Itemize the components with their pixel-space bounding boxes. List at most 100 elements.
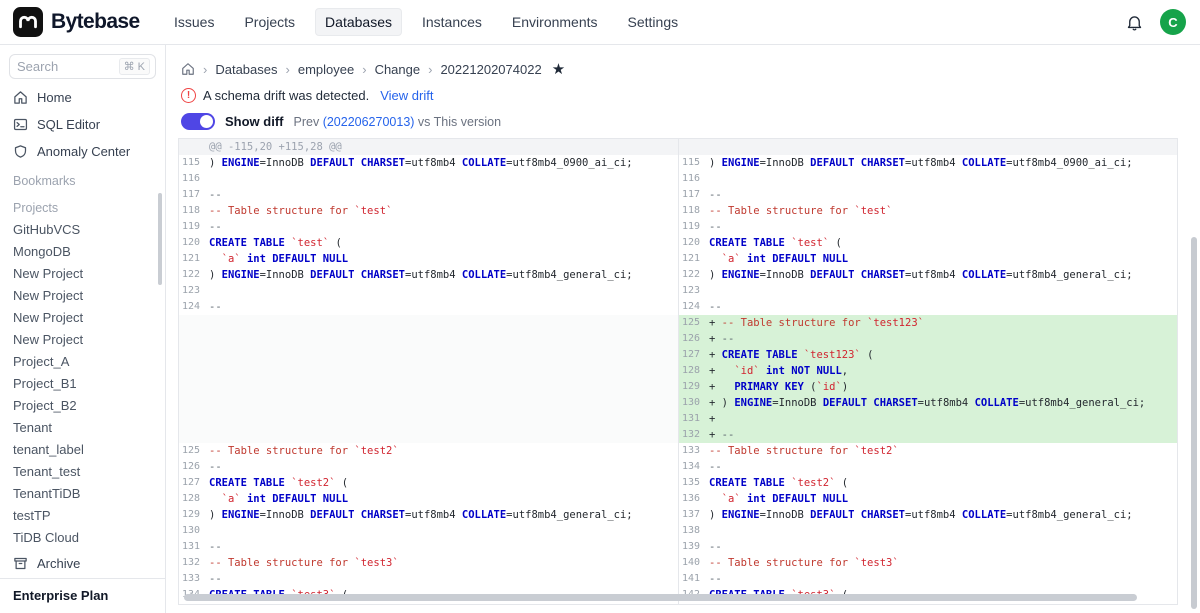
breadcrumb-item-change[interactable]: Change <box>375 62 421 77</box>
project-item[interactable]: New Project <box>0 285 165 307</box>
diff-context-row: 123 <box>179 283 678 299</box>
sidebar-item-archive[interactable]: Archive <box>0 549 165 578</box>
project-item[interactable]: tenant_label <box>0 439 165 461</box>
sidebar: ⌘ K Home SQL Editor Anomaly Center Bookm… <box>0 45 166 613</box>
diff-context-row: 136 `a` int DEFAULT NULL <box>679 491 1177 507</box>
show-diff-toggle[interactable] <box>181 113 215 130</box>
project-item[interactable]: GitHubVCS <box>0 219 165 241</box>
diff-context-row: 124-- <box>179 299 678 315</box>
nav-item-instances[interactable]: Instances <box>412 8 492 36</box>
diff-toolbar: Show diff Prev (202206270013) vs This ve… <box>167 103 1200 130</box>
diff-context-row: 134-- <box>679 459 1177 475</box>
section-label-bookmarks: Bookmarks <box>0 165 165 192</box>
diff-context-row: 121 `a` int DEFAULT NULL <box>679 251 1177 267</box>
diff-context-row: 138 <box>679 523 1177 539</box>
navbar-items: Issues Projects Databases Instances Environm… <box>164 8 688 36</box>
sidebar-item-home[interactable]: Home <box>0 84 165 111</box>
diff-context-row: 121 `a` int DEFAULT NULL <box>179 251 678 267</box>
breadcrumb-item-databases[interactable]: Databases <box>215 62 277 77</box>
search-input[interactable] <box>17 59 115 74</box>
diff-pane-current: 115) ENGINE=InnoDB DEFAULT CHARSET=utf8m… <box>678 139 1177 604</box>
nav-item-settings[interactable]: Settings <box>618 8 689 36</box>
project-item[interactable]: Project_A <box>0 351 165 373</box>
schema-drift-alert: ! A schema drift was detected. View drif… <box>167 78 1200 103</box>
diff-context-row: 126-- <box>179 459 678 475</box>
brand-name: Bytebase <box>51 10 140 34</box>
project-item[interactable]: New Project <box>0 307 165 329</box>
project-item[interactable]: New Project <box>0 263 165 285</box>
prev-version-link[interactable]: (202206270013) <box>323 115 415 129</box>
diff-context-row: 129) ENGINE=InnoDB DEFAULT CHARSET=utf8m… <box>179 507 678 523</box>
diff-context-row: 133-- <box>179 571 678 587</box>
project-item[interactable]: Tenant <box>0 417 165 439</box>
diff-context-row: 119-- <box>679 219 1177 235</box>
error-icon: ! <box>181 88 196 103</box>
diff-context-row: 122) ENGINE=InnoDB DEFAULT CHARSET=utf8m… <box>179 267 678 283</box>
diff-context-row: 116 <box>679 171 1177 187</box>
diff-added-row: 130+ ) ENGINE=InnoDB DEFAULT CHARSET=utf… <box>679 395 1177 411</box>
diff-context-row: 124-- <box>679 299 1177 315</box>
show-diff-label: Show diff <box>225 114 284 129</box>
bell-icon[interactable] <box>1125 13 1144 32</box>
diff-context-row: 125-- Table structure for `test2` <box>179 443 678 459</box>
diff-context-row: 133-- Table structure for `test2` <box>679 443 1177 459</box>
search-shortcut-badge: ⌘ K <box>119 58 150 75</box>
breadcrumb-item-employee[interactable]: employee <box>298 62 354 77</box>
diff-context-row: 123 <box>679 283 1177 299</box>
diff-context-row: 135CREATE TABLE `test2` ( <box>679 475 1177 491</box>
diff-added-row: 125+ -- Table structure for `test123` <box>679 315 1177 331</box>
chevron-separator: › <box>286 62 290 77</box>
diff-context-row: 139-- <box>679 539 1177 555</box>
anomaly-center-icon <box>13 144 28 159</box>
bytebase-logo-icon <box>13 7 43 37</box>
sql-editor-icon <box>13 117 28 132</box>
brand[interactable]: Bytebase <box>0 7 154 37</box>
horizontal-scrollbar[interactable] <box>184 594 1137 601</box>
avatar[interactable]: C <box>1160 9 1186 35</box>
diff-pane-previous: @@ -115,20 +115,28 @@115) ENGINE=InnoDB … <box>179 139 678 604</box>
project-item[interactable]: Tenant_test <box>0 461 165 483</box>
sidebar-item-label: Anomaly Center <box>37 144 130 159</box>
diff-context-row: 116 <box>179 171 678 187</box>
project-item[interactable]: MongoDB <box>0 241 165 263</box>
nav-item-databases[interactable]: Databases <box>315 8 402 36</box>
diff-context-row: 122) ENGINE=InnoDB DEFAULT CHARSET=utf8m… <box>679 267 1177 283</box>
section-label-projects: Projects <box>0 192 165 219</box>
view-drift-link[interactable]: View drift <box>380 88 433 103</box>
diff-empty-row <box>179 411 678 427</box>
prev-prefix: Prev <box>294 115 323 129</box>
project-item[interactable]: Project_B2 <box>0 395 165 417</box>
nav-item-environments[interactable]: Environments <box>502 8 608 36</box>
diff-context-row: 127CREATE TABLE `test2` ( <box>179 475 678 491</box>
breadcrumb-home-icon[interactable] <box>181 62 195 76</box>
project-item[interactable]: testTP <box>0 505 165 527</box>
sidebar-item-label: Home <box>37 90 72 105</box>
chevron-separator: › <box>203 62 207 77</box>
sidebar-item-sql-editor[interactable]: SQL Editor <box>0 111 165 138</box>
breadcrumb-item-version[interactable]: 20221202074022 <box>440 62 541 77</box>
bookmark-star-icon[interactable]: ★ <box>552 60 565 78</box>
diff-empty-row <box>179 379 678 395</box>
diff-hunk-row: @@ -115,20 +115,28 @@ <box>179 139 678 155</box>
diff-context-row: 117-- <box>679 187 1177 203</box>
diff-empty-row <box>179 331 678 347</box>
project-item[interactable]: New Project <box>0 329 165 351</box>
diff-empty-row <box>179 347 678 363</box>
diff-context-row: 140-- Table structure for `test3` <box>679 555 1177 571</box>
plan-label: Enterprise Plan <box>0 578 165 613</box>
archive-label: Archive <box>37 556 80 571</box>
sidebar-item-anomaly-center[interactable]: Anomaly Center <box>0 138 165 165</box>
schema-diff-viewer: @@ -115,20 +115,28 @@115) ENGINE=InnoDB … <box>178 138 1178 605</box>
diff-context-row: 120CREATE TABLE `test` ( <box>679 235 1177 251</box>
sidebar-scrollbar[interactable] <box>158 193 162 285</box>
project-item[interactable]: Project_B1 <box>0 373 165 395</box>
nav-item-issues[interactable]: Issues <box>164 8 224 36</box>
diff-added-row: 126+ -- <box>679 331 1177 347</box>
chevron-separator: › <box>428 62 432 77</box>
project-item[interactable]: TiDB Cloud <box>0 527 165 549</box>
project-item[interactable]: TenantTiDB <box>0 483 165 505</box>
diff-hunk-row <box>679 139 1177 155</box>
nav-item-projects[interactable]: Projects <box>234 8 305 36</box>
page-scrollbar[interactable] <box>1191 237 1197 609</box>
diff-context-row: 115) ENGINE=InnoDB DEFAULT CHARSET=utf8m… <box>679 155 1177 171</box>
